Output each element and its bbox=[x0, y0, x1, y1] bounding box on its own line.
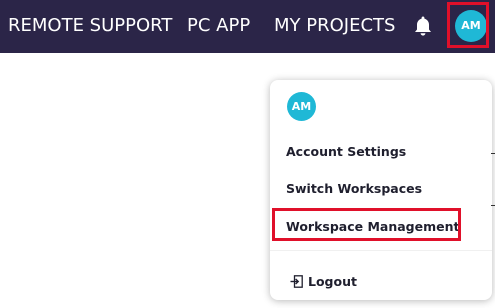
menu-divider bbox=[270, 250, 492, 251]
scroll-edge-mark bbox=[491, 153, 495, 154]
bell-icon[interactable] bbox=[411, 14, 435, 38]
nav-item-pc-app[interactable]: PC APP bbox=[187, 15, 250, 37]
workspace-management-highlight-box bbox=[272, 208, 461, 241]
dropdown-avatar: AM bbox=[287, 92, 316, 121]
logout-button[interactable]: Logout bbox=[290, 274, 357, 289]
user-dropdown-menu: AM Account Settings Switch Workspaces Wo… bbox=[270, 80, 492, 300]
sign-out-icon bbox=[290, 275, 303, 288]
nav-item-remote-support[interactable]: REMOTE SUPPORT bbox=[8, 15, 172, 37]
menu-item-switch-workspaces[interactable]: Switch Workspaces bbox=[286, 181, 422, 196]
top-navigation-bar: REMOTE SUPPORT PC APP MY PROJECTS AM bbox=[0, 0, 495, 53]
logout-label: Logout bbox=[308, 274, 357, 289]
avatar-highlight-box bbox=[447, 2, 489, 48]
page: REMOTE SUPPORT PC APP MY PROJECTS AM AM … bbox=[0, 0, 495, 308]
nav-item-my-projects[interactable]: MY PROJECTS bbox=[274, 15, 395, 37]
menu-item-account-settings[interactable]: Account Settings bbox=[286, 144, 406, 159]
scroll-edge-mark bbox=[491, 205, 495, 206]
